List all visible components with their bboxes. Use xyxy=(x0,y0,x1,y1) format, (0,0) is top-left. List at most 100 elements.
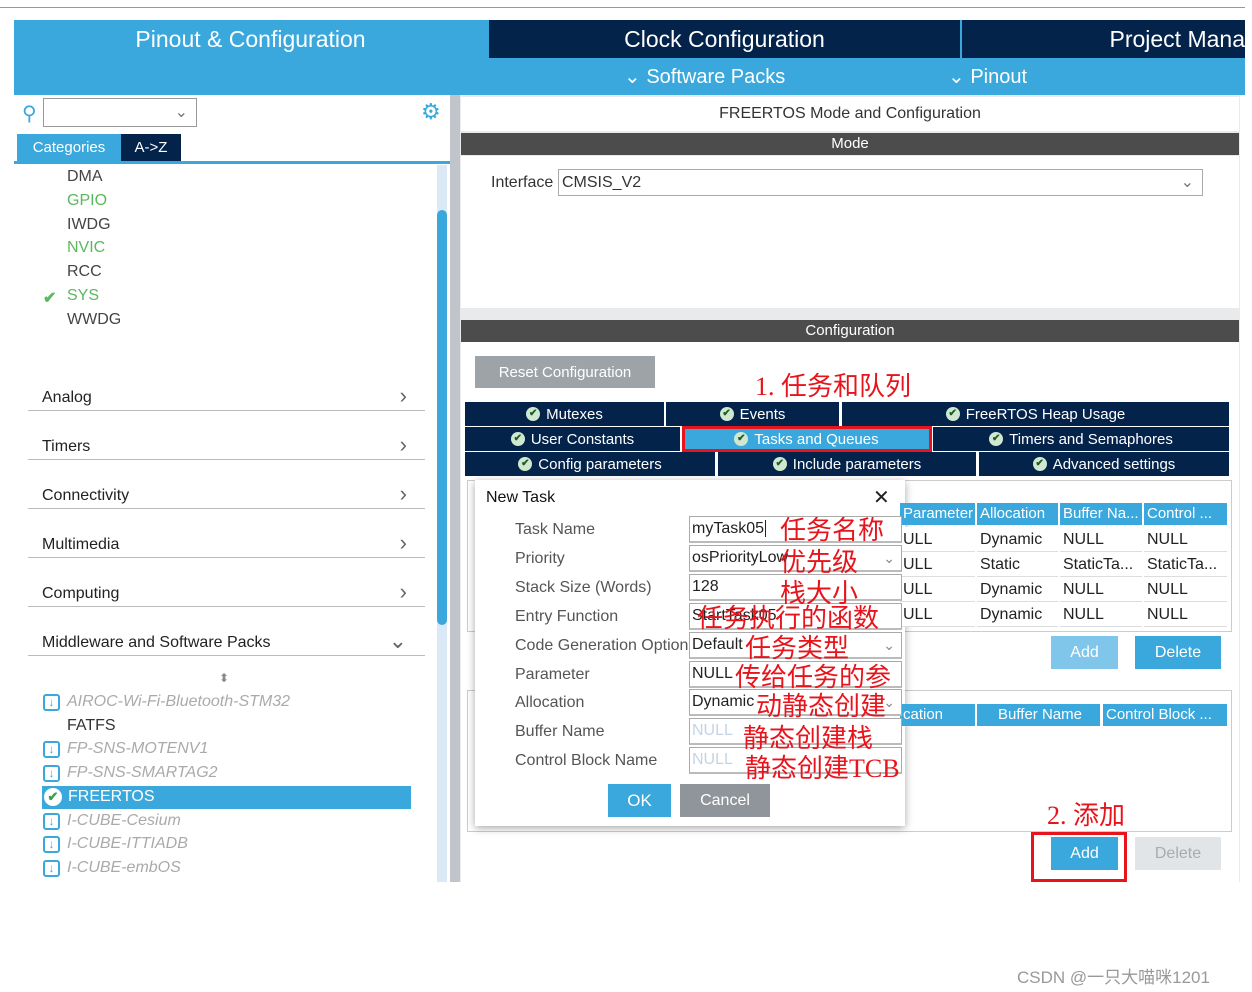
search-icon: ⚲ xyxy=(22,103,37,125)
category-item-iwdg[interactable]: IWDG xyxy=(67,216,111,234)
configuration-bar: Configuration xyxy=(461,320,1239,342)
close-icon[interactable]: ✕ xyxy=(873,485,890,510)
table-cell[interactable]: NULL xyxy=(1144,527,1227,552)
table-cell[interactable]: ULL xyxy=(900,602,975,627)
column-header[interactable]: Parameter xyxy=(900,503,975,525)
tab-mutexes[interactable]: ✔ Mutexes xyxy=(465,402,665,426)
category-item-rcc[interactable]: RCC xyxy=(67,263,102,281)
column-header[interactable]: cation xyxy=(900,704,975,726)
table-cell[interactable]: Dynamic xyxy=(977,527,1058,552)
category-item-nvic[interactable]: NVIC xyxy=(67,239,105,257)
ok-button[interactable]: OK xyxy=(608,784,671,817)
middleware-item[interactable]: FP-SNS-MOTENV1 xyxy=(67,740,208,758)
scrollbar-thumb[interactable] xyxy=(437,210,447,625)
middleware-item[interactable]: I-CUBE-ITTIADB xyxy=(67,835,188,853)
middleware-item[interactable]: FATFS xyxy=(67,717,116,735)
tab-pinout-configuration[interactable]: Pinout & Configuration xyxy=(14,20,487,58)
tab-include-parameters[interactable]: ✔ Include parameters xyxy=(718,452,977,476)
section-analog[interactable]: Analog › xyxy=(28,383,425,411)
gear-icon[interactable]: ⚙ xyxy=(421,99,441,125)
search-input[interactable]: ⌄ xyxy=(43,98,197,127)
field-label: Allocation xyxy=(515,694,585,712)
delete-task-button[interactable]: Delete xyxy=(1135,636,1221,669)
table-cell[interactable]: Dynamic xyxy=(977,577,1058,602)
tab-project-manager[interactable]: Project Mana xyxy=(962,20,1245,58)
tab-advanced-settings[interactable]: ✔ Advanced settings xyxy=(979,452,1230,476)
section-label: Analog xyxy=(42,389,92,406)
table-cell[interactable]: StaticTa... xyxy=(1144,552,1227,577)
pinout-menu[interactable]: ⌄ Pinout xyxy=(948,64,1027,89)
download-icon: ↓ xyxy=(43,694,60,711)
column-header[interactable]: Buffer Na... xyxy=(1060,503,1142,525)
tab-label: Config parameters xyxy=(538,455,662,473)
middleware-item[interactable]: I-CUBE-Cesium xyxy=(67,812,181,830)
tab-clock-configuration[interactable]: Clock Configuration xyxy=(489,20,960,58)
tab-label: Advanced settings xyxy=(1052,455,1176,473)
pinout-label: Pinout xyxy=(970,66,1028,88)
middleware-item[interactable]: AIROC-Wi-Fi-Bluetooth-STM32 xyxy=(67,693,290,711)
middleware-item[interactable]: I-CUBE-embOS xyxy=(67,859,181,877)
column-header[interactable]: Allocation xyxy=(977,503,1058,525)
interface-label: Interface xyxy=(491,174,554,191)
check-circle-icon: ✔ xyxy=(719,407,734,421)
table-cell[interactable]: NULL xyxy=(1144,577,1227,602)
chevron-down-icon: ⌄ xyxy=(174,104,188,121)
chevron-down-icon: ⌄ xyxy=(883,636,895,653)
field-label: Priority xyxy=(515,549,565,567)
field-value: 128 xyxy=(692,577,719,595)
check-circle-icon: ✔ xyxy=(518,457,533,471)
check-circle-icon: ✔ xyxy=(44,787,62,806)
column-header[interactable]: Buffer Name xyxy=(977,704,1100,726)
download-icon: ↓ xyxy=(43,812,60,830)
category-item-dma[interactable]: DMA xyxy=(67,168,103,186)
section-label: Middleware and Software Packs xyxy=(42,634,271,651)
sort-icon[interactable]: ⬍ xyxy=(219,671,229,685)
tab-events[interactable]: ✔ Events xyxy=(666,402,840,426)
table-cell[interactable]: Static xyxy=(977,552,1058,577)
section-label: Computing xyxy=(42,585,120,602)
annotation-label: 静态创建TCB xyxy=(745,754,900,783)
table-cell[interactable]: StaticTa... xyxy=(1060,552,1142,577)
section-multimedia[interactable]: Multimedia › xyxy=(28,530,425,558)
chevron-right-icon: › xyxy=(399,432,407,457)
table-cell[interactable]: ULL xyxy=(900,527,975,552)
column-header[interactable]: Control ... xyxy=(1144,503,1227,525)
tab-tasks-and-queues[interactable]: ✔ Tasks and Queues xyxy=(682,426,932,452)
tab-user-constants[interactable]: ✔ User Constants xyxy=(465,427,681,451)
section-connectivity[interactable]: Connectivity › xyxy=(28,481,425,509)
add-task-button[interactable]: Add xyxy=(1051,636,1118,669)
check-circle-icon: ✔ xyxy=(989,432,1004,446)
section-computing[interactable]: Computing › xyxy=(28,579,425,607)
table-cell[interactable]: ULL xyxy=(900,552,975,577)
category-item-gpio[interactable]: GPIO xyxy=(67,192,107,210)
download-icon: ↓ xyxy=(43,741,60,759)
table-cell[interactable]: NULL xyxy=(1144,602,1227,627)
tab-timers-and-semaphores[interactable]: ✔ Timers and Semaphores xyxy=(933,427,1230,451)
interface-select[interactable]: CMSIS_V2 ⌄ xyxy=(558,169,1203,196)
field-label: Code Generation Option xyxy=(515,636,689,654)
section-timers[interactable]: Timers › xyxy=(28,432,425,460)
delete-queue-button[interactable]: Delete xyxy=(1135,837,1221,870)
section-label: Connectivity xyxy=(42,487,130,504)
tab-a-z[interactable]: A->Z xyxy=(121,134,181,161)
tab-config-parameters[interactable]: ✔ Config parameters xyxy=(465,452,716,476)
table-cell[interactable]: NULL xyxy=(1060,602,1142,627)
table-cell[interactable]: ULL xyxy=(900,577,975,602)
tab-categories[interactable]: Categories xyxy=(17,134,121,161)
section-middleware-and-software-packs[interactable]: Middleware and Software Packs ⌄ xyxy=(28,628,425,656)
panel-divider[interactable] xyxy=(450,95,460,882)
download-icon: ↓ xyxy=(43,765,60,783)
cancel-button[interactable]: Cancel xyxy=(680,784,770,817)
table-cell[interactable]: NULL xyxy=(1060,527,1142,552)
reset-configuration-button[interactable]: Reset Configuration xyxy=(475,356,655,388)
category-item-sys[interactable]: SYS xyxy=(67,287,99,305)
tab-freertos-heap-usage[interactable]: ✔ FreeRTOS Heap Usage xyxy=(842,402,1230,426)
category-item-wwdg[interactable]: WWDG xyxy=(67,311,121,329)
software-packs-menu[interactable]: ⌄ Software Packs xyxy=(624,64,785,89)
check-icon: ✔ xyxy=(43,290,57,307)
column-header[interactable]: Control Block ... xyxy=(1103,704,1227,726)
add-queue-button[interactable]: Add xyxy=(1051,837,1118,870)
table-cell[interactable]: Dynamic xyxy=(977,602,1058,627)
table-cell[interactable]: NULL xyxy=(1060,577,1142,602)
middleware-item[interactable]: FP-SNS-SMARTAG2 xyxy=(67,764,218,782)
